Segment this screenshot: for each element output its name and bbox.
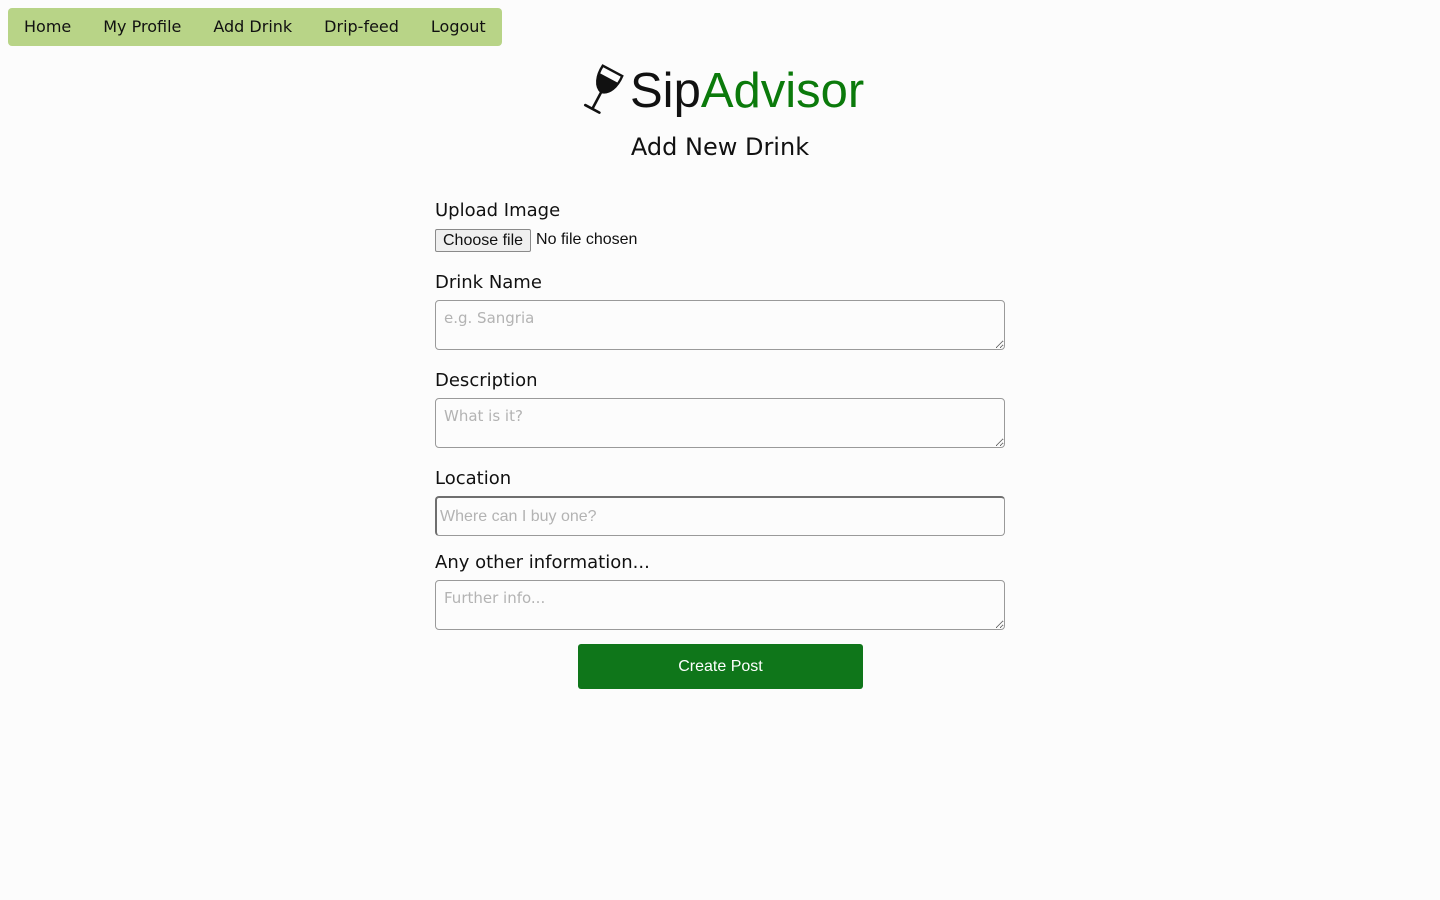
top-navigation: Home My Profile Add Drink Drip-feed Logo… — [8, 8, 502, 46]
brand-logo: SipAdvisor — [582, 62, 864, 120]
brand-name-sip: Sip — [630, 64, 701, 118]
nav-logout-link[interactable]: Logout — [423, 8, 494, 46]
drink-name-field[interactable] — [435, 300, 1005, 350]
nav-home-link[interactable]: Home — [16, 8, 79, 46]
file-input: Choose file No file chosen — [435, 228, 1005, 252]
other-info-label: Any other information... — [435, 552, 650, 573]
submit-container: Create Post — [578, 644, 863, 689]
brand-name-advisor: Advisor — [700, 64, 865, 118]
nav-add-drink-link[interactable]: Add Drink — [205, 8, 300, 46]
drink-name-label: Drink Name — [435, 272, 542, 293]
brand-name: SipAdvisor — [630, 62, 864, 120]
wine-glass-icon — [583, 64, 624, 114]
location-field[interactable] — [435, 496, 1005, 536]
create-post-button[interactable]: Create Post — [578, 644, 863, 689]
description-label: Description — [435, 370, 538, 391]
add-drink-form: Upload Image Choose file No file chosen … — [435, 198, 1005, 630]
choose-file-button[interactable]: Choose file — [435, 228, 532, 252]
page-title: Add New Drink — [630, 133, 810, 161]
description-field[interactable] — [435, 398, 1005, 448]
upload-image-label: Upload Image — [435, 200, 561, 221]
other-info-field[interactable] — [435, 580, 1005, 630]
nav-my-profile-link[interactable]: My Profile — [95, 8, 189, 46]
file-status-text: No file chosen — [536, 231, 638, 248]
nav-drip-feed-link[interactable]: Drip-feed — [316, 8, 407, 46]
location-label: Location — [435, 468, 512, 489]
upload-image-group: Upload Image Choose file No file chosen — [435, 198, 1005, 270]
